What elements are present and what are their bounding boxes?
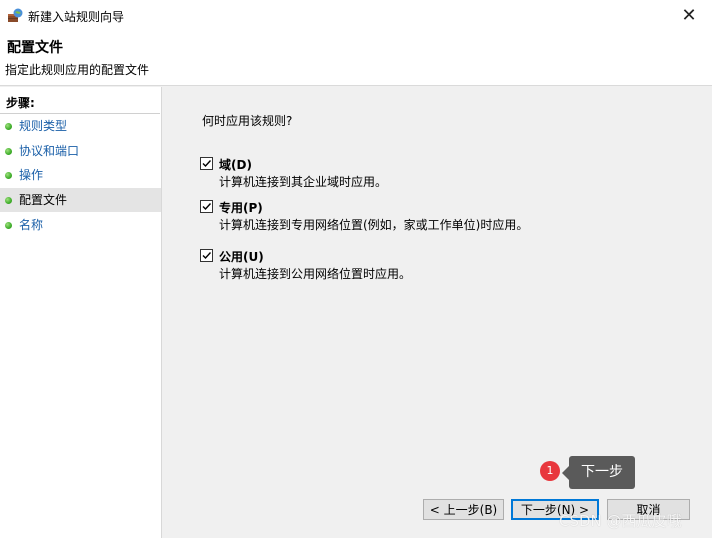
steps-sidebar: 步骤: 规则类型 协议和端口 操作 配置文件 名称 bbox=[0, 87, 162, 538]
page-title: 配置文件 bbox=[7, 40, 63, 56]
back-button-label: < 上一步(B) bbox=[429, 503, 498, 517]
green-dot-icon bbox=[5, 172, 12, 179]
sidebar-item-label: 配置文件 bbox=[19, 193, 68, 207]
sidebar-item-rule-type[interactable]: 规则类型 bbox=[0, 114, 161, 138]
steps-heading: 步骤: bbox=[6, 96, 35, 110]
public-checkbox[interactable] bbox=[200, 249, 213, 262]
close-button[interactable]: ✕ bbox=[666, 0, 712, 31]
domain-label[interactable]: 域(D) bbox=[219, 156, 252, 173]
sidebar-item-label: 操作 bbox=[19, 168, 44, 182]
sidebar-item-protocol-ports[interactable]: 协议和端口 bbox=[0, 139, 161, 163]
green-dot-icon bbox=[5, 148, 12, 155]
sidebar-item-action[interactable]: 操作 bbox=[0, 163, 161, 187]
next-step-tooltip: 下一步 bbox=[562, 456, 635, 489]
firewall-app-icon bbox=[7, 7, 23, 23]
green-dot-icon bbox=[5, 197, 12, 204]
sidebar-item-profile[interactable]: 配置文件 bbox=[0, 188, 161, 212]
domain-checkbox[interactable] bbox=[200, 157, 213, 170]
private-checkbox[interactable] bbox=[200, 200, 213, 213]
watermark: CSDN @西瓜皮哦 bbox=[559, 512, 682, 530]
green-dot-icon bbox=[5, 222, 12, 229]
green-dot-icon bbox=[5, 123, 12, 130]
step-number-badge: 1 bbox=[540, 461, 560, 481]
private-description: 计算机连接到专用网络位置(例如，家或工作单位)时应用。 bbox=[219, 218, 529, 232]
back-button[interactable]: < 上一步(B) bbox=[423, 499, 504, 520]
close-icon: ✕ bbox=[681, 5, 697, 26]
sidebar-item-label: 协议和端口 bbox=[19, 144, 80, 158]
question-text: 何时应用该规则? bbox=[202, 114, 293, 128]
public-label[interactable]: 公用(U) bbox=[219, 248, 264, 265]
public-description: 计算机连接到公用网络位置时应用。 bbox=[219, 267, 412, 281]
sidebar-item-label: 规则类型 bbox=[19, 119, 68, 133]
title-bar: 新建入站规则向导 ✕ bbox=[0, 0, 712, 31]
wizard-header: 配置文件 指定此规则应用的配置文件 bbox=[0, 31, 712, 86]
sidebar-item-name[interactable]: 名称 bbox=[0, 213, 161, 237]
window-title: 新建入站规则向导 bbox=[28, 10, 125, 24]
page-subtitle: 指定此规则应用的配置文件 bbox=[5, 63, 150, 77]
private-label[interactable]: 专用(P) bbox=[219, 199, 263, 216]
sidebar-item-label: 名称 bbox=[19, 218, 44, 232]
domain-description: 计算机连接到其企业域时应用。 bbox=[219, 175, 388, 189]
